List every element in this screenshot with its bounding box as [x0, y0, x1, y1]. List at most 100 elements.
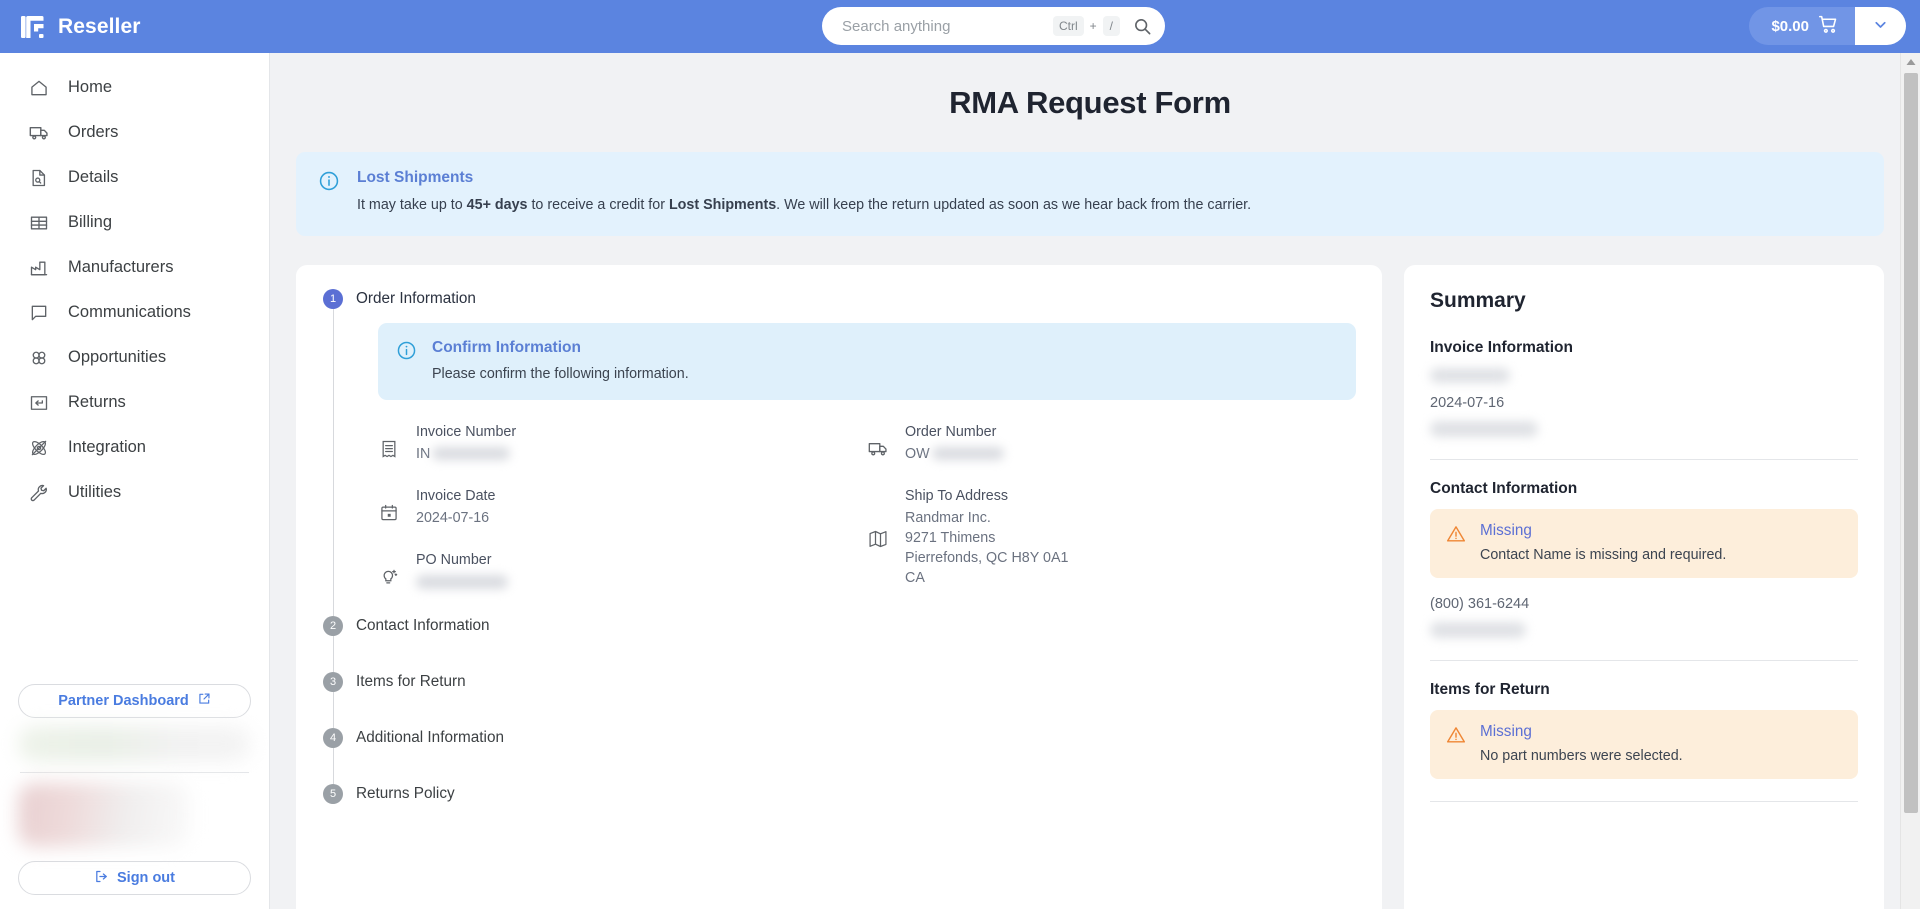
- chevron-down-icon: [1872, 16, 1889, 36]
- scroll-up-arrow-icon[interactable]: [1901, 53, 1920, 71]
- scrollbar-thumb[interactable]: [1903, 73, 1918, 813]
- field-label: Invoice Date: [416, 487, 496, 504]
- info-circle-icon: [318, 170, 340, 216]
- warning-text: No part numbers were selected.: [1480, 748, 1683, 764]
- kbd-plus: +: [1089, 19, 1097, 33]
- confirm-title: Confirm Information: [432, 338, 581, 356]
- sidebar-footer: Partner Dashboard Sign out: [0, 684, 269, 909]
- step-label: Order Information: [356, 289, 476, 307]
- receipt-icon: [378, 438, 400, 460]
- sidebar-item-integration[interactable]: Integration: [0, 425, 269, 470]
- sidebar-item-communications[interactable]: Communications: [0, 290, 269, 335]
- field-value: Randmar Inc. 9271 Thimens Pierrefonds, Q…: [905, 509, 1069, 586]
- step-body: Contact Information: [350, 616, 1356, 672]
- redacted-value: [432, 447, 511, 461]
- step-body: Order Information Confirm Information Pl…: [350, 289, 1356, 616]
- sidebar-item-returns[interactable]: Returns: [0, 380, 269, 425]
- wrench-icon: [28, 482, 50, 504]
- search-box[interactable]: Ctrl + /: [822, 7, 1165, 45]
- redacted-account-block-1: [18, 726, 251, 762]
- main-inner: RMA Request Form Lost Shipments It may t…: [270, 53, 1920, 909]
- items-missing-warning: Missing No part numbers were selected.: [1430, 710, 1858, 779]
- summary-contact-phone: (800) 361-6244: [1430, 596, 1530, 613]
- step-rail: 1: [316, 288, 350, 616]
- step-number-badge: 3: [323, 671, 343, 692]
- step-rail: 2: [316, 615, 350, 672]
- sidebar-item-billing[interactable]: Billing: [0, 200, 269, 245]
- sidebar-item-label: Opportunities: [68, 348, 167, 366]
- partner-dashboard-button[interactable]: Partner Dashboard: [18, 684, 251, 718]
- banner-text: It may take up to 45+ days to receive a …: [357, 195, 1251, 216]
- step-label: Returns Policy: [356, 784, 455, 802]
- sidebar-item-label: Integration: [68, 438, 146, 456]
- sidebar-item-utilities[interactable]: Utilities: [0, 470, 269, 515]
- order-fields: Invoice Number IN Invoice Date 2024-07-1…: [378, 424, 1356, 616]
- sidebar-item-label: Communications: [68, 303, 191, 321]
- shopping-cart-icon: [1818, 14, 1839, 39]
- sidebar-item-details[interactable]: Details: [0, 155, 269, 200]
- field-value: 2024-07-16: [416, 509, 490, 526]
- summary-contact-redacted: [1430, 622, 1526, 638]
- sidebar-item-label: Home: [68, 78, 113, 96]
- banner-title: Lost Shipments: [357, 169, 474, 186]
- step-returns-policy[interactable]: 5 Returns Policy: [316, 783, 1356, 804]
- sidebar-item-opportunities[interactable]: Opportunities: [0, 335, 269, 380]
- billing-list-icon: [28, 212, 50, 234]
- warning-text: Contact Name is missing and required.: [1480, 547, 1727, 564]
- document-search-icon: [28, 167, 50, 189]
- banner-text-part1: It may take up to: [357, 197, 467, 213]
- banner-text-part3: . We will keep the return updated as soo…: [776, 197, 1252, 213]
- step-body: Items for Return: [350, 672, 1356, 728]
- step-connector-line: [332, 691, 334, 728]
- logout-icon: [94, 869, 109, 888]
- sidebar-item-label: Returns: [68, 393, 126, 411]
- order-fields-left: Invoice Number IN Invoice Date 2024-07-1…: [378, 424, 867, 616]
- field-value-text: OW: [905, 445, 930, 462]
- truck-icon: [28, 122, 50, 144]
- warning-triangle-icon: [1446, 524, 1466, 563]
- confirm-information-box: Confirm Information Please confirm the f…: [378, 322, 1356, 400]
- sign-out-label: Sign out: [117, 870, 175, 886]
- step-label: Items for Return: [356, 672, 466, 690]
- redacted-value: [931, 447, 1004, 461]
- content-columns: 1 Order Information Confirm Information …: [296, 264, 1884, 909]
- summary-divider: [1430, 660, 1858, 661]
- main-content: RMA Request Form Lost Shipments It may t…: [270, 53, 1920, 909]
- brand[interactable]: Reseller: [0, 13, 270, 41]
- step-body: Returns Policy: [350, 784, 1356, 804]
- step-additional-information[interactable]: 4 Additional Information: [316, 727, 1356, 784]
- reseller-logo-icon: [19, 13, 47, 41]
- warning-title: Missing: [1480, 723, 1532, 740]
- step-order-information[interactable]: 1 Order Information Confirm Information …: [316, 288, 1356, 616]
- redacted-account-block-2: [18, 783, 191, 847]
- page-title: RMA Request Form: [949, 85, 1231, 120]
- summary-contact-heading: Contact Information: [1430, 480, 1578, 498]
- field-ship-to-address: Ship To Address Randmar Inc. 9271 Thimen…: [867, 488, 1356, 588]
- field-order-number: Order Number OW: [867, 424, 1356, 464]
- sidebar-item-label: Utilities: [68, 483, 122, 501]
- cart-button[interactable]: $0.00: [1749, 7, 1855, 45]
- step-number-badge: 1: [323, 288, 343, 309]
- step-rail: 5: [316, 783, 350, 804]
- info-circle-icon: [396, 340, 417, 382]
- steps-card: 1 Order Information Confirm Information …: [296, 264, 1382, 909]
- search-input[interactable]: [842, 17, 1047, 35]
- vertical-scrollbar[interactable]: [1900, 53, 1920, 909]
- summary-invoice-date: 2024-07-16: [1430, 394, 1505, 411]
- sidebar-item-home[interactable]: Home: [0, 65, 269, 110]
- step-items-for-return[interactable]: 3 Items for Return: [316, 671, 1356, 728]
- step-contact-information[interactable]: 2 Contact Information: [316, 615, 1356, 672]
- cart-dropdown-button[interactable]: [1855, 7, 1906, 45]
- kbd-modifier: Ctrl: [1052, 16, 1084, 36]
- home-icon: [28, 77, 50, 99]
- step-number-badge: 2: [323, 615, 343, 636]
- summary-divider: [1430, 801, 1858, 802]
- lost-shipments-banner: Lost Shipments It may take up to 45+ day…: [296, 152, 1884, 236]
- warning-triangle-icon: [1446, 725, 1466, 764]
- search-icon[interactable]: [1128, 12, 1156, 40]
- sidebar-item-manufacturers[interactable]: Manufacturers: [0, 245, 269, 290]
- field-value: IN: [416, 444, 516, 464]
- sidebar-item-orders[interactable]: Orders: [0, 110, 269, 155]
- sign-out-button[interactable]: Sign out: [18, 861, 251, 895]
- summary-items-heading: Items for Return: [1430, 681, 1550, 698]
